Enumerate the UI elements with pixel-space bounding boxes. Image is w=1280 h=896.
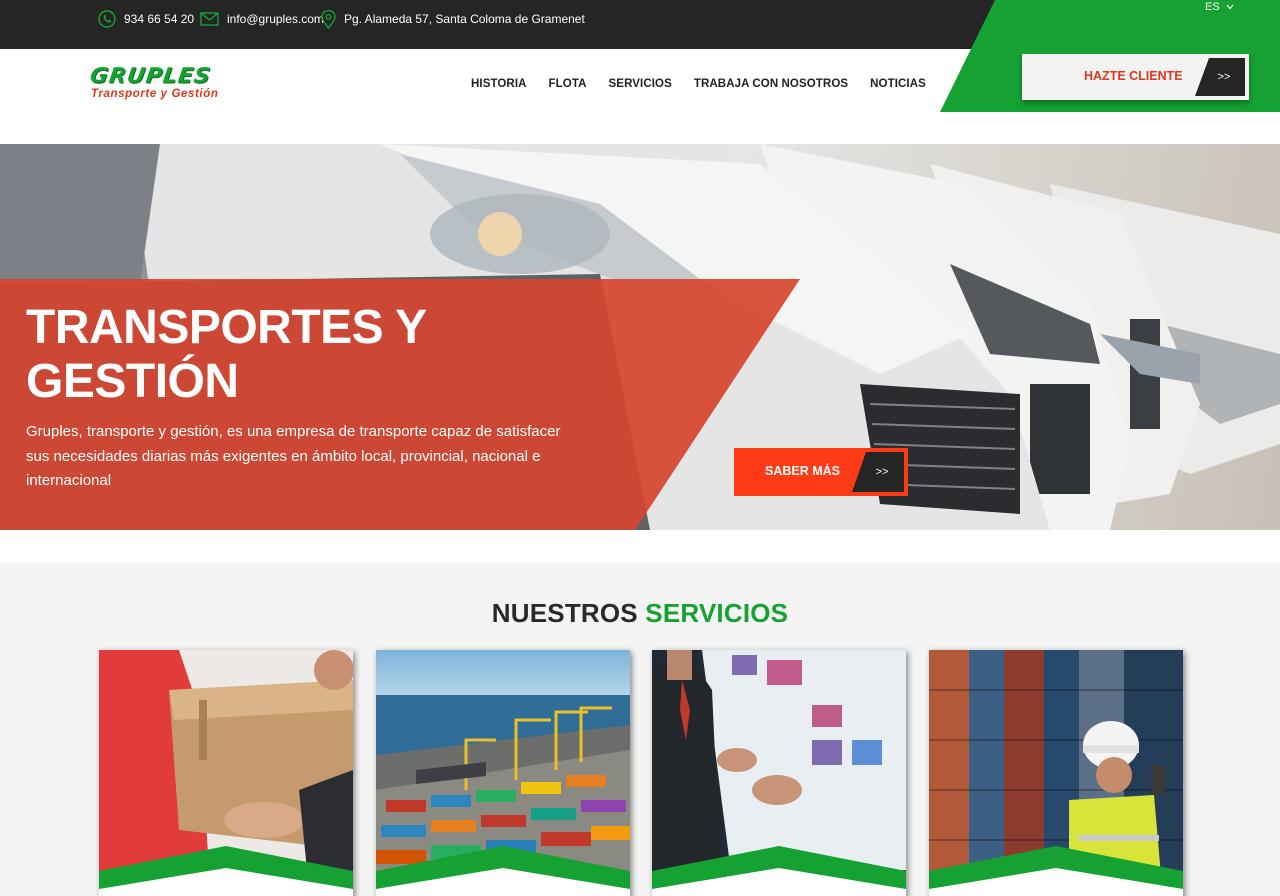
hero-title: TRANSPORTES Y GESTIÓN — [26, 301, 546, 409]
service-card-port[interactable] — [376, 650, 630, 896]
double-arrow-icon: >> — [1195, 58, 1245, 96]
service-card-logistics[interactable] — [929, 650, 1183, 896]
site-logo[interactable]: GRUPLES Transporte y Gestión — [88, 64, 260, 106]
hazte-cliente-label: HAZTE CLIENTE — [1084, 69, 1183, 83]
nav-item-servicios[interactable]: SERVICIOS — [609, 78, 672, 90]
location-pin-icon — [321, 9, 336, 29]
logo-wordmark: GRUPLES — [88, 64, 213, 89]
nav-item-historia[interactable]: HISTORIA — [471, 78, 527, 90]
nav-item-noticias[interactable]: NOTICIAS — [870, 78, 926, 90]
services-title: NUESTROS SERVICIOS — [0, 598, 1280, 629]
phone-contact[interactable]: 934 66 54 20 — [98, 0, 194, 38]
email-address: info@gruples.com — [227, 12, 324, 26]
main-nav: HISTORIA FLOTA SERVICIOS TRABAJA CON NOS… — [471, 78, 948, 90]
chevron-down-icon — [1226, 4, 1234, 10]
address-contact[interactable]: Pg. Alameda 57, Santa Coloma de Gramenet — [321, 0, 585, 38]
service-card-delivery[interactable] — [99, 650, 353, 896]
hero-banner: TRANSPORTES Y GESTIÓN Gruples, transport… — [0, 144, 1280, 530]
language-selector[interactable]: ES — [1205, 1, 1234, 13]
phone-number: 934 66 54 20 — [124, 12, 195, 26]
nav-item-trabaja-con-nosotros[interactable]: TRABAJA CON NOSOTROS — [694, 78, 848, 90]
double-arrow-icon: >> — [852, 452, 904, 492]
services-section: NUESTROS SERVICIOS — [0, 562, 1280, 896]
phone-icon — [98, 10, 116, 28]
nav-item-flota[interactable]: FLOTA — [549, 78, 587, 90]
hero-title-line2: GESTIÓN — [26, 355, 239, 408]
mail-icon — [200, 12, 219, 26]
saber-mas-button[interactable]: SABER MÁS >> — [734, 448, 908, 496]
email-contact[interactable]: info@gruples.com — [200, 0, 324, 38]
saber-mas-label: SABER MÁS — [765, 464, 841, 478]
address-text: Pg. Alameda 57, Santa Coloma de Gramenet — [344, 12, 585, 26]
services-title-part2: SERVICIOS — [645, 598, 789, 628]
language-label: ES — [1205, 1, 1220, 13]
hero-description: Gruples, transporte y gestión, es una em… — [26, 423, 561, 489]
services-title-part1: NUESTROS — [491, 598, 638, 628]
logo-tagline: Transporte y Gestión — [91, 88, 219, 100]
service-card-consulting[interactable] — [652, 650, 906, 896]
hero-title-line1: TRANSPORTES Y — [26, 301, 427, 354]
hazte-cliente-button[interactable]: HAZTE CLIENTE >> — [1022, 54, 1249, 100]
